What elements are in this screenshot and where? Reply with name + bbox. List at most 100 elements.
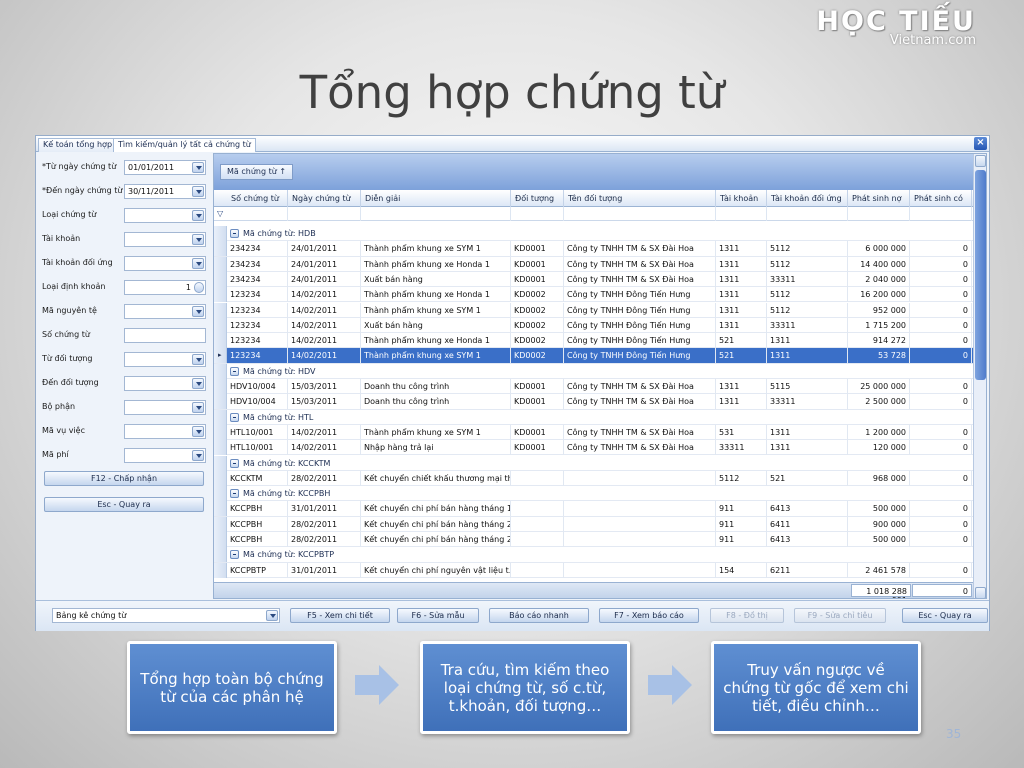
grid-cell[interactable]: Công ty TNHH TM & SX Đài Hoa (564, 256, 716, 272)
grid-cell[interactable]: 2 500 000 (848, 394, 910, 410)
grid-cell[interactable]: Công ty TNHH TM & SX Đài Hoa (564, 394, 716, 410)
table-row[interactable]: 123234 14/02/2011 Xuất bán hàng KD0002 Công … (214, 317, 974, 334)
grid-cell[interactable]: 14 400 000 (848, 256, 910, 272)
grid-cell[interactable]: Kết chuyển chi phí bán hàng tháng 1... (361, 501, 511, 517)
grid-cell[interactable]: Thành phẩm khung xe SYM 1 (361, 241, 511, 257)
table-row[interactable]: KCCPBH 28/02/2011 Kết chuyển chi phí bán h… (214, 516, 974, 532)
grid-cell[interactable]: 0 (910, 516, 972, 532)
collapse-icon[interactable] (230, 229, 239, 238)
group-row[interactable]: Mã chứng từ: HDB (214, 226, 974, 242)
filter-cell[interactable] (848, 207, 910, 221)
grid-cell[interactable]: Công ty TNHH TM & SX Đài Hoa (564, 241, 716, 257)
grid-cell[interactable]: Kết chuyển chi phí bán hàng tháng 2... (361, 516, 511, 532)
grid-cell[interactable]: 1311 (716, 394, 767, 410)
column-header[interactable]: Đối tượng (511, 190, 564, 207)
toolbar-button-2[interactable]: Báo cáo nhanh (489, 608, 589, 623)
grid-cell[interactable]: 14/02/2011 (288, 302, 361, 318)
grid-cell[interactable]: Công ty TNHH Đông Tiến Hưng (564, 317, 716, 333)
grid-cell[interactable]: 53 728 (848, 348, 910, 364)
grid-cell[interactable]: 0 (910, 394, 972, 410)
filter-icon[interactable]: ▽ (217, 209, 223, 218)
report-type-select[interactable]: Bảng kê chứng từ (52, 608, 280, 623)
table-row[interactable]: 123234 14/02/2011 Thành phẩm khung xe Hond… (214, 287, 974, 303)
group-row[interactable]: Mã chứng từ: HDV (214, 363, 974, 379)
grid-cell[interactable]: KD0001 (511, 394, 564, 410)
grid-cell[interactable]: 5112 (767, 287, 848, 303)
grid-cell[interactable]: 234234 (227, 241, 288, 257)
row-indicator[interactable] (214, 363, 227, 379)
grid-cell[interactable]: 911 (716, 532, 767, 547)
grid-cell[interactable]: HTL10/001 (227, 424, 288, 440)
grid-cell[interactable]: 914 272 (848, 333, 910, 349)
row-indicator[interactable] (214, 394, 227, 410)
grid-cell[interactable] (511, 501, 564, 517)
grid-cell[interactable]: 33311 (767, 317, 848, 333)
table-row[interactable]: KCCPBH 31/01/2011 Kết chuyển chi phí bán h… (214, 501, 974, 517)
filter-input[interactable] (124, 208, 206, 223)
column-header[interactable]: Tài khoản (716, 190, 767, 207)
group-row[interactable]: Mã chứng từ: KCCPBTP (214, 547, 974, 563)
grid-cell[interactable]: 24/01/2011 (288, 271, 361, 287)
grid-cell[interactable]: Doanh thu công trình (361, 379, 511, 394)
filter-cell[interactable] (511, 207, 564, 221)
grid-cell[interactable]: 5112 (767, 256, 848, 272)
grid-cell[interactable]: 234234 (227, 271, 288, 287)
grid-cell[interactable]: Thành phẩm khung xe SYM 1 (361, 348, 511, 364)
column-header[interactable]: Phát sinh nợ (848, 190, 910, 207)
column-header[interactable]: Tên đối tượng (564, 190, 716, 207)
grid-cell[interactable]: KCCPBH (227, 516, 288, 532)
vertical-scrollbar[interactable] (973, 154, 986, 598)
grid-cell[interactable]: 968 000 (848, 470, 910, 486)
grid-cell[interactable] (511, 532, 564, 547)
grid-cell[interactable] (511, 470, 564, 486)
table-row[interactable]: 234234 24/01/2011 Thành phẩm khung xe SYM … (214, 241, 974, 257)
tab-search-documents[interactable]: Tìm kiếm/quản lý tất cả chứng từ (113, 138, 256, 152)
grid-cell[interactable]: 0 (910, 302, 972, 318)
grid-cell[interactable]: KD0002 (511, 302, 564, 318)
grid-cell[interactable]: 14/02/2011 (288, 317, 361, 333)
grid-cell[interactable]: 120 000 (848, 440, 910, 456)
grid-cell[interactable]: KD0002 (511, 317, 564, 333)
group-chip-document-code[interactable]: Mã chứng từ ↑ (220, 164, 294, 180)
row-indicator[interactable] (214, 501, 227, 517)
grid-cell[interactable]: 123234 (227, 317, 288, 333)
grid-cell[interactable]: 31/01/2011 (288, 562, 361, 578)
table-row[interactable]: KCCPBTP 31/01/2011 Kết chuyển chi phí nguy… (214, 562, 974, 578)
grid-cell[interactable]: 2 040 000 (848, 271, 910, 287)
row-indicator[interactable] (214, 409, 227, 425)
grid-cell[interactable]: 0 (910, 532, 972, 547)
grid-cell[interactable]: Công ty TNHH TM & SX Đài Hoa (564, 271, 716, 287)
grid-cell[interactable] (564, 516, 716, 532)
grid-cell[interactable]: 1311 (767, 348, 848, 364)
table-row[interactable]: HTL10/001 14/02/2011 Nhập hàng trả lại KD00… (214, 440, 974, 456)
row-indicator[interactable] (214, 226, 227, 241)
grid-cell[interactable] (511, 562, 564, 578)
grid-cell[interactable] (564, 562, 716, 578)
toolbar-button-5[interactable]: F9 - Sửa chỉ tiêu (794, 608, 886, 623)
grid-cell[interactable]: KD0001 (511, 241, 564, 257)
grid-cell[interactable]: 6211 (767, 562, 848, 578)
grid-cell[interactable]: Doanh thu công trình (361, 394, 511, 410)
grid-cell[interactable]: 1311 (716, 241, 767, 257)
toolbar-button-1[interactable]: F6 - Sửa mẫu (397, 608, 479, 623)
grid-cell[interactable]: 0 (910, 424, 972, 440)
row-indicator[interactable] (214, 379, 227, 394)
grid-cell[interactable]: Xuất bán hàng (361, 271, 511, 287)
chevron-down-icon[interactable] (192, 186, 204, 197)
filter-input[interactable]: 01/01/2011 (124, 160, 206, 175)
grid-cell[interactable]: 154 (716, 562, 767, 578)
grid-cell[interactable]: Thành phẩm khung xe SYM 1 (361, 424, 511, 440)
chevron-down-icon[interactable] (192, 402, 204, 413)
group-row[interactable]: Mã chứng từ: KCCKTM (214, 455, 974, 471)
grid-cell[interactable]: 15/03/2011 (288, 394, 361, 410)
filter-input[interactable] (124, 304, 206, 319)
grid-cell[interactable]: 5112 (767, 241, 848, 257)
row-indicator[interactable] (214, 317, 227, 333)
collapse-icon[interactable] (230, 412, 239, 422)
grid-cell[interactable]: 1311 (716, 317, 767, 333)
grid-cell[interactable]: KD0001 (511, 424, 564, 440)
table-row[interactable]: 123234 14/02/2011 Thành phẩm khung xe Hond… (214, 333, 974, 349)
grid-cell[interactable]: 28/02/2011 (288, 532, 361, 547)
filter-input[interactable] (124, 400, 206, 415)
grid-cell[interactable]: 0 (910, 470, 972, 486)
